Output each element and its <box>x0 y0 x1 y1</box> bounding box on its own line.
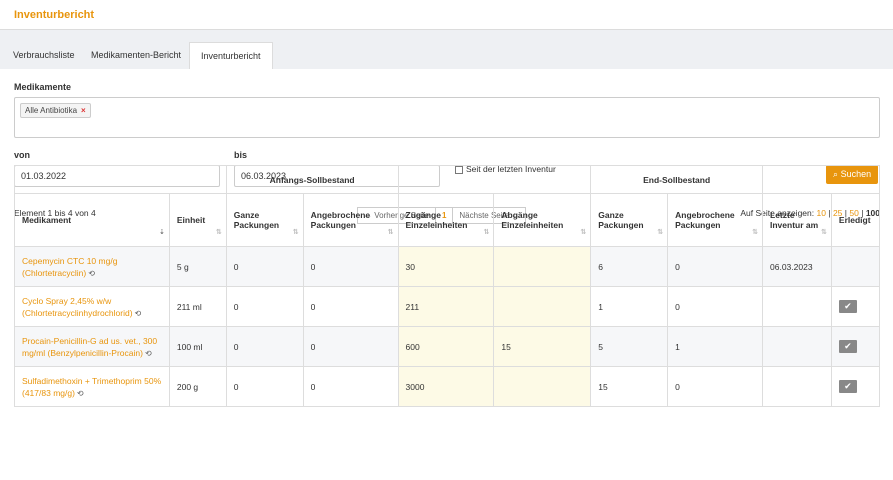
cell-end-full: 15 <box>590 366 669 407</box>
medication-link[interactable]: Cepemycin CTC 10 mg/g (Chlortetracyclin) <box>22 256 117 278</box>
sort-icon[interactable]: ⇅ <box>580 228 586 236</box>
sort-icon[interactable]: ⇅ <box>293 228 299 236</box>
medikamente-select[interactable]: Alle Antibiotika × <box>14 97 880 138</box>
chip-remove-icon[interactable]: × <box>81 106 86 115</box>
von-label: von <box>14 150 31 160</box>
cell-done: ✔ <box>830 366 881 407</box>
history-icon[interactable]: ⟲ <box>77 389 84 398</box>
table-row: Cyclo Spray 2,45% w/w (Chlortetracyclinh… <box>14 286 881 327</box>
medikamente-label: Medikamente <box>14 82 72 92</box>
bis-label: bis <box>234 150 248 160</box>
cell-start-full: 0 <box>225 246 304 287</box>
cell-start-open: 0 <box>302 286 399 327</box>
col-label: Abgänge Einzeleinheiten <box>501 210 564 230</box>
history-icon[interactable]: ⟲ <box>145 349 152 358</box>
tab-medikamenten-bericht[interactable]: Medikamenten-Bericht <box>80 42 192 69</box>
cell-end-open: 0 <box>667 366 763 407</box>
cell-unit: 5 g <box>168 246 227 287</box>
table-row: Sulfadimethoxin + Trimethoprim 50% (417/… <box>14 366 881 407</box>
col-end-full[interactable]: Ganze Packungen ⇅ <box>590 193 669 247</box>
chip-label: Alle Antibiotika <box>25 106 78 115</box>
group-header-empty <box>762 165 880 194</box>
col-medikament[interactable]: Medikament ⇣ <box>14 193 170 247</box>
tab-inventurbericht[interactable]: Inventurbericht <box>189 42 273 69</box>
app-header: Inventurbericht <box>0 0 893 30</box>
cell-done: ✔ <box>830 286 881 327</box>
sort-icon[interactable]: ⇅ <box>388 228 394 236</box>
col-last-inventory[interactable]: Letzte Inventur am ⇅ <box>762 193 832 247</box>
col-label: Ganze Packungen <box>233 210 280 230</box>
medication-link[interactable]: Cyclo Spray 2,45% w/w (Chlortetracyclinh… <box>22 296 133 318</box>
cell-in: 3000 <box>397 366 495 407</box>
cell-in: 211 <box>397 286 495 327</box>
col-label: Ganze Packungen <box>598 210 644 230</box>
col-label: Angebrochene Packungen <box>675 210 735 230</box>
cell-last-inventory <box>762 286 832 327</box>
cell-out: 15 <box>493 326 592 367</box>
cell-in: 30 <box>397 246 495 287</box>
col-einheit[interactable]: Einheit ⇅ <box>168 193 227 247</box>
cell-unit: 211 ml <box>168 286 227 327</box>
cell-end-full: 5 <box>590 326 669 367</box>
done-check-button[interactable]: ✔ <box>838 340 857 353</box>
cell-out <box>493 366 592 407</box>
selected-chip: Alle Antibiotika × <box>20 103 91 118</box>
history-icon[interactable]: ⟲ <box>135 309 142 318</box>
tab-bar: Verbrauchsliste Medikamenten-Bericht Inv… <box>0 42 893 69</box>
cell-last-inventory: 06.03.2023 <box>762 246 832 287</box>
table-row: Cepemycin CTC 10 mg/g (Chlortetracyclin)… <box>14 246 881 287</box>
cell-start-open: 0 <box>302 246 399 287</box>
done-check-button[interactable]: ✔ <box>838 300 857 313</box>
col-done: Erledigt <box>830 193 881 247</box>
col-label: Zugänge Einzeleinheiten <box>405 210 468 230</box>
group-header-empty <box>397 165 592 194</box>
col-label: Einheit <box>176 215 206 225</box>
cell-start-open: 0 <box>302 326 399 367</box>
page-title: Inventurbericht <box>14 9 95 21</box>
cell-start-open: 0 <box>302 366 399 407</box>
sort-icon[interactable]: ⇅ <box>821 228 827 236</box>
medication-link[interactable]: Sulfadimethoxin + Trimethoprim 50% (417/… <box>22 376 161 398</box>
cell-start-full: 0 <box>225 366 304 407</box>
sort-icon[interactable]: ⇅ <box>657 228 663 236</box>
col-label: Medikament <box>22 215 72 225</box>
sort-icon[interactable]: ⇅ <box>752 228 758 236</box>
col-label: Angebrochene Packungen <box>310 210 371 230</box>
group-header-end: End-Sollbestand <box>590 165 763 194</box>
cell-end-full: 1 <box>590 286 669 327</box>
sort-desc-icon[interactable]: ⇣ <box>159 228 165 236</box>
inventory-table: Anfangs-Sollbestand End-Sollbestand Medi… <box>14 165 881 407</box>
col-label: Letzte Inventur am <box>770 210 819 230</box>
cell-in: 600 <box>397 326 495 367</box>
cell-start-full: 0 <box>225 326 304 367</box>
done-check-button[interactable]: ✔ <box>838 380 857 393</box>
col-start-full[interactable]: Ganze Packungen ⇅ <box>225 193 304 247</box>
group-header-start: Anfangs-Sollbestand <box>225 165 399 194</box>
cell-done <box>830 246 881 287</box>
col-in[interactable]: Zugänge Einzeleinheiten ⇅ <box>397 193 495 247</box>
history-icon[interactable]: ⟲ <box>88 269 95 278</box>
col-out[interactable]: Abgänge Einzeleinheiten ⇅ <box>493 193 592 247</box>
cell-unit: 100 ml <box>168 326 227 367</box>
cell-last-inventory <box>762 326 832 367</box>
cell-out <box>493 286 592 327</box>
table-row: Procain-Penicillin-G ad us. vet., 300 mg… <box>14 326 881 367</box>
cell-start-full: 0 <box>225 286 304 327</box>
sort-icon[interactable]: ⇅ <box>216 228 222 236</box>
col-end-open[interactable]: Angebrochene Packungen ⇅ <box>667 193 763 247</box>
cell-end-open: 0 <box>667 286 763 327</box>
cell-end-open: 1 <box>667 326 763 367</box>
tab-verbrauchsliste[interactable]: Verbrauchsliste <box>2 42 86 69</box>
cell-last-inventory <box>762 366 832 407</box>
medication-link[interactable]: Procain-Penicillin-G ad us. vet., 300 mg… <box>22 336 157 358</box>
group-header-empty <box>14 165 227 194</box>
cell-done: ✔ <box>830 326 881 367</box>
col-start-open[interactable]: Angebrochene Packungen ⇅ <box>302 193 399 247</box>
sort-icon[interactable]: ⇅ <box>484 228 490 236</box>
cell-out <box>493 246 592 287</box>
cell-end-open: 0 <box>667 246 763 287</box>
cell-end-full: 6 <box>590 246 669 287</box>
cell-unit: 200 g <box>168 366 227 407</box>
